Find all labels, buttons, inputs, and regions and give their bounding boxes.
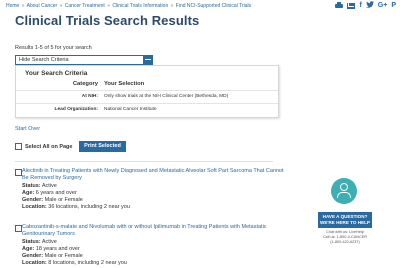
gender-value: Male or Female xyxy=(44,197,83,203)
age-value: 18 years and over xyxy=(35,246,80,252)
age-value: 6 years and over xyxy=(35,190,77,196)
support-agent-icon xyxy=(331,178,357,204)
pinterest-icon[interactable]: P xyxy=(391,1,396,11)
breadcrumb-separator: » xyxy=(107,3,110,9)
print-icon[interactable] xyxy=(335,2,344,9)
collapse-icon[interactable] xyxy=(143,55,153,65)
status-label: Status: xyxy=(22,183,41,189)
email-icon[interactable] xyxy=(347,3,356,9)
criteria-selection: National Cancer Institute xyxy=(104,107,157,112)
criteria-row: Lead Organization: National Cancer Insti… xyxy=(16,104,278,116)
hide-criteria-label: Hide Search Criteria xyxy=(19,57,69,63)
age-label: Age: xyxy=(22,246,35,252)
trial-status: Status: Active xyxy=(22,239,127,246)
criteria-category: At NIH: xyxy=(81,94,98,99)
call-number: (1-800-422-6237) xyxy=(330,240,360,244)
breadcrumb-separator: » xyxy=(170,3,174,9)
category-header: Category xyxy=(72,81,98,87)
help-banner[interactable]: HAVE A QUESTION? WE'RE HERE TO HELP xyxy=(318,212,372,228)
breadcrumb-separator: » xyxy=(59,3,63,9)
agent-head-icon xyxy=(340,183,348,191)
criteria-category: Lead Organization: xyxy=(54,107,98,112)
trial-title-link[interactable]: Alectinib in Treating Patients with Newl… xyxy=(22,168,290,182)
breadcrumb-about-cancer[interactable]: About Cancer xyxy=(27,3,58,9)
breadcrumb-home[interactable]: Home xyxy=(6,3,19,9)
trial-location: Location: 8 locations, including 2 near … xyxy=(22,260,127,267)
status-value: Active xyxy=(41,239,57,245)
google-plus-icon[interactable]: G+ xyxy=(378,1,388,11)
results-summary: Results 1-5 of 5 for your search xyxy=(15,45,92,51)
share-toolbar: f G+ P xyxy=(335,1,396,11)
select-all[interactable]: Select All on Page xyxy=(15,143,72,150)
trial-age: Age: 6 years and over xyxy=(22,190,130,197)
help-banner-line2: WE'RE HERE TO HELP xyxy=(319,220,370,225)
trial-status: Status: Active xyxy=(22,183,130,190)
trial-gender: Gender: Male or Female xyxy=(22,197,130,204)
criteria-row: At NIH: Only show trials at the NIH Clin… xyxy=(16,91,278,104)
help-contact: Chat with us: LiveHelp Call us: 1-800-4-… xyxy=(318,230,372,245)
page-title: Clinical Trials Search Results xyxy=(15,13,200,28)
age-label: Age: xyxy=(22,190,35,196)
facebook-icon[interactable]: f xyxy=(359,1,361,11)
trial-result: Alectinib in Treating Patients with Newl… xyxy=(15,168,290,218)
breadcrumb-cancer-treatment[interactable]: Cancer Treatment xyxy=(65,3,105,9)
trial-title-link[interactable]: Cabozantinib-s-malate and Nivolumab with… xyxy=(22,224,290,238)
twitter-icon[interactable] xyxy=(365,1,374,11)
status-label: Status: xyxy=(22,239,41,245)
selection-header: Your Selection xyxy=(104,81,145,87)
search-criteria-panel: Your Search Criteria Category Your Selec… xyxy=(15,65,279,118)
gender-label: Gender: xyxy=(22,197,44,203)
trial-checkbox[interactable] xyxy=(15,225,22,232)
trial-details: Status: Active Age: 6 years and over Gen… xyxy=(22,183,130,211)
criteria-selection: Only show trials at the NIH Clinical Cen… xyxy=(104,94,229,99)
location-label: Location: xyxy=(22,204,47,210)
location-label: Location: xyxy=(22,260,47,266)
gender-value: Male or Female xyxy=(44,253,83,259)
trial-checkbox[interactable] xyxy=(15,169,22,176)
print-selected-button[interactable]: Print Selected xyxy=(79,141,126,152)
trial-location: Location: 36 locations, including 2 near… xyxy=(22,204,130,211)
breadcrumb-find-trials: Find NCI-Supported Clinical Trials xyxy=(175,3,252,9)
breadcrumb: Home » About Cancer » Cancer Treatment »… xyxy=(6,3,251,9)
location-value: 8 locations, including 2 near you xyxy=(48,260,127,266)
divider xyxy=(15,161,273,162)
select-all-checkbox[interactable] xyxy=(15,143,22,150)
trial-gender: Gender: Male or Female xyxy=(22,253,127,260)
breadcrumb-clinical-trials-information[interactable]: Clinical Trials Information xyxy=(112,3,168,9)
select-all-label: Select All on Page xyxy=(25,143,73,150)
trial-result: Cabozantinib-s-malate and Nivolumab with… xyxy=(15,224,290,268)
status-value: Active xyxy=(41,183,57,189)
criteria-title: Your Search Criteria xyxy=(25,70,88,77)
start-over-link[interactable]: Start Over xyxy=(15,126,40,132)
trial-details: Status: Active Age: 18 years and over Ge… xyxy=(22,239,127,267)
trial-age: Age: 18 years and over xyxy=(22,246,127,253)
agent-body-icon xyxy=(337,192,351,198)
breadcrumb-separator: » xyxy=(21,3,25,9)
location-value: 36 locations, including 2 near you xyxy=(48,204,130,210)
hide-criteria-toggle[interactable]: Hide Search Criteria xyxy=(15,55,153,65)
criteria-header-row: Category Your Selection xyxy=(16,79,278,91)
gender-label: Gender: xyxy=(22,253,44,259)
